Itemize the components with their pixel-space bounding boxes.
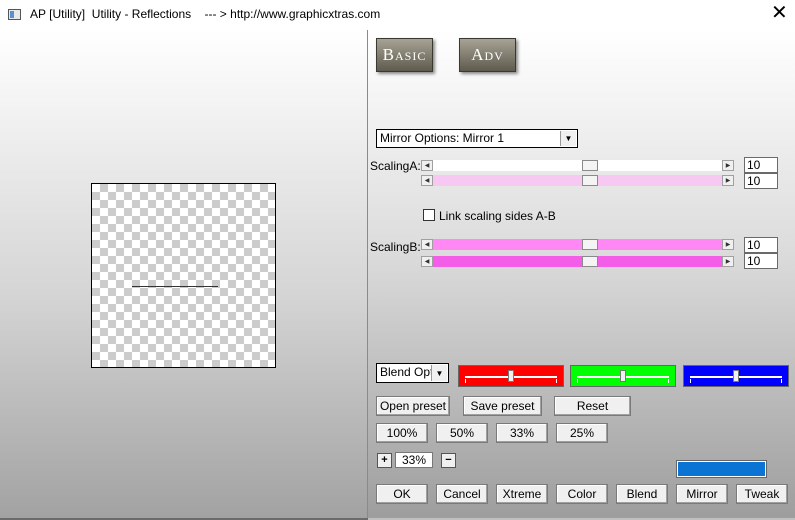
scaling-b-value-2[interactable]: 10 — [744, 253, 778, 269]
app-window-icon — [8, 9, 21, 20]
arrow-right-icon[interactable]: ▶ — [722, 160, 734, 171]
scaling-a-slider-1[interactable]: ◀ ▶ — [421, 160, 734, 171]
arrow-left-icon[interactable]: ◀ — [421, 160, 433, 171]
slider-thumb[interactable] — [582, 175, 598, 186]
scaling-b-label: ScalingB: — [370, 240, 421, 254]
arrow-right-icon[interactable]: ▶ — [722, 175, 734, 186]
color-swatch[interactable] — [676, 460, 767, 478]
mirror-options-dropdown[interactable]: Mirror Options: Mirror 1 ▼ — [376, 129, 578, 148]
blue-slider[interactable] — [683, 365, 789, 387]
mirror-options-value: Mirror Options: Mirror 1 — [380, 131, 505, 145]
scaling-b-value-1[interactable]: 10 — [744, 237, 778, 253]
scaling-b-slider-1[interactable]: ◀ ▶ — [421, 239, 734, 250]
scaling-a-slider-2[interactable]: ◀ ▶ — [421, 175, 734, 186]
scaling-a-label: ScalingA: — [370, 159, 421, 173]
slider-thumb[interactable] — [620, 370, 626, 382]
title-bar: AP [Utility] Utility - Reflections --- >… — [0, 0, 795, 30]
chevron-down-icon: ▼ — [560, 131, 576, 146]
slider-track[interactable] — [433, 160, 722, 171]
red-slider[interactable] — [458, 365, 564, 387]
controls-pane: Basic Adv Mirror Options: Mirror 1 ▼ Sca… — [368, 30, 795, 520]
slider-thumb[interactable] — [582, 256, 598, 267]
preview-pane — [0, 30, 367, 518]
blend-button[interactable]: Blend — [616, 484, 668, 504]
slider-track[interactable] — [433, 256, 722, 267]
zoom-level-field[interactable]: 33% — [395, 452, 433, 468]
scaling-a-value-1[interactable]: 10 — [744, 157, 778, 173]
zoom-50-button[interactable]: 50% — [436, 423, 488, 443]
slider-thumb[interactable] — [582, 160, 598, 171]
link-scaling-checkbox[interactable] — [423, 209, 435, 221]
arrow-right-icon[interactable]: ▶ — [722, 239, 734, 250]
reset-button[interactable]: Reset — [554, 396, 631, 416]
blend-options-value: Blend Opti — [380, 365, 434, 379]
basic-mode-button[interactable]: Basic — [376, 38, 433, 72]
adv-mode-button[interactable]: Adv — [459, 38, 516, 72]
slider-thumb[interactable] — [582, 239, 598, 250]
slider-thumb[interactable] — [733, 370, 739, 382]
zoom-25-button[interactable]: 25% — [556, 423, 608, 443]
scaling-a-value-2[interactable]: 10 — [744, 173, 778, 189]
color-button[interactable]: Color — [556, 484, 608, 504]
close-icon[interactable]: ✕ — [771, 3, 788, 23]
tweak-button[interactable]: Tweak — [736, 484, 788, 504]
zoom-33-button[interactable]: 33% — [496, 423, 548, 443]
green-slider[interactable] — [570, 365, 676, 387]
blend-options-dropdown[interactable]: Blend Opti ▼ — [376, 363, 449, 383]
window-title: AP [Utility] Utility - Reflections --- >… — [30, 7, 381, 21]
arrow-left-icon[interactable]: ◀ — [421, 256, 433, 267]
save-preset-button[interactable]: Save preset — [463, 396, 542, 416]
preview-canvas[interactable] — [91, 183, 276, 368]
zoom-100-button[interactable]: 100% — [376, 423, 428, 443]
scaling-b-slider-2[interactable]: ◀ ▶ — [421, 256, 734, 267]
ok-button[interactable]: OK — [376, 484, 428, 504]
preview-reflection-line — [132, 286, 218, 287]
slider-track[interactable] — [433, 175, 722, 186]
mirror-button[interactable]: Mirror — [676, 484, 728, 504]
xtreme-button[interactable]: Xtreme — [496, 484, 548, 504]
arrow-left-icon[interactable]: ◀ — [421, 239, 433, 250]
slider-track[interactable] — [433, 239, 722, 250]
zoom-in-button[interactable]: + — [377, 453, 392, 468]
arrow-left-icon[interactable]: ◀ — [421, 175, 433, 186]
cancel-button[interactable]: Cancel — [436, 484, 488, 504]
link-scaling-label: Link scaling sides A-B — [439, 209, 556, 223]
arrow-right-icon[interactable]: ▶ — [722, 256, 734, 267]
zoom-out-button[interactable]: − — [441, 453, 456, 468]
slider-thumb[interactable] — [508, 370, 514, 382]
chevron-down-icon: ▼ — [431, 365, 447, 381]
open-preset-button[interactable]: Open preset — [376, 396, 450, 416]
